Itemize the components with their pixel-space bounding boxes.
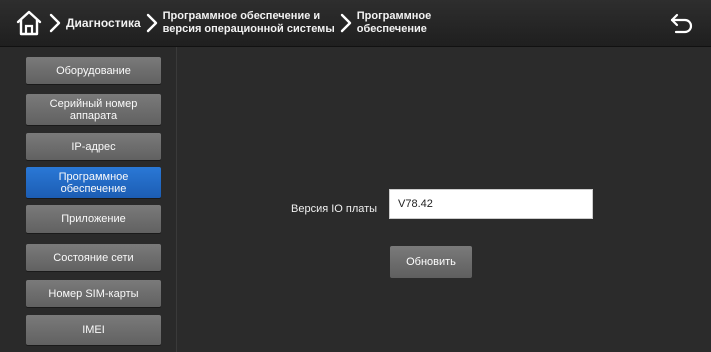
sidebar-item-label: Программное обеспечение [58,170,129,195]
breadcrumb-software-os-line2: версия операционной системы [162,23,335,35]
chevron-right-icon [49,13,61,33]
sidebar-item-label: IMEI [82,324,105,336]
update-button[interactable]: Обновить [390,246,472,278]
breadcrumb-software-line2: обеспечение [356,23,427,35]
breadcrumb-software: Программное обеспечение [357,10,432,36]
sidebar-item-imei[interactable]: IMEI [26,315,161,345]
breadcrumb-software-os[interactable]: Программное обеспечение и версия операци… [163,10,335,36]
chevron-right-icon [146,13,157,33]
back-arrow-icon[interactable] [669,10,695,36]
sidebar-item-software[interactable]: Программное обеспечение [26,167,161,198]
breadcrumb-diagnostics[interactable]: Диагностика [66,16,141,30]
io-board-version-label: Версия IO платы [291,203,378,215]
sidebar-item-label: Оборудование [56,64,131,77]
breadcrumb-software-os-line1: Программное обеспечение и [162,10,321,22]
sidebar-item-label: Приложение [61,213,126,225]
chevron-right-icon [340,13,351,33]
sidebar-item-sim-number[interactable]: Номер SIM-карты [26,280,161,307]
sidebar-item-label: Номер SIM-карты [48,287,139,300]
io-board-version-field[interactable] [389,189,593,219]
sidebar: Оборудование Серийный номер аппарата IP-… [0,47,177,352]
sidebar-item-hardware[interactable]: Оборудование [26,57,161,84]
main-content: Версия IO платы Обновить [177,47,711,352]
sidebar-item-label: Серийный номер аппарата [49,97,138,122]
sidebar-item-ip-address[interactable]: IP-адрес [26,133,161,160]
sidebar-item-application[interactable]: Приложение [26,205,161,233]
sidebar-item-network-status[interactable]: Состояние сети [26,244,161,271]
sidebar-item-serial-number[interactable]: Серийный номер аппарата [26,94,161,125]
breadcrumb-software-line1: Программное [356,10,432,22]
home-icon[interactable] [14,8,44,38]
header-bar: Диагностика Программное обеспечение и ве… [0,0,711,47]
sidebar-item-label: Состояние сети [53,251,134,264]
sidebar-item-label: IP-адрес [71,140,116,153]
